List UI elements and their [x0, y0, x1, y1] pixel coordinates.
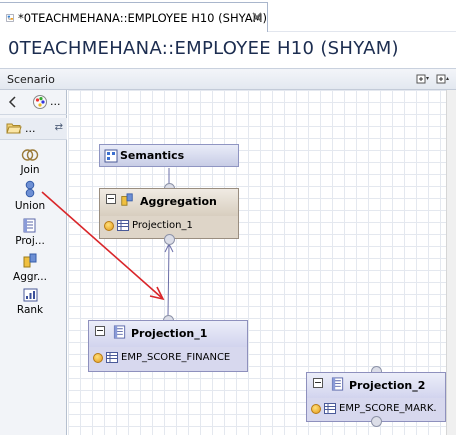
port[interactable]	[371, 416, 382, 427]
projection-icon	[113, 325, 126, 339]
input-status-icon	[104, 220, 114, 231]
input-status-icon	[93, 352, 103, 363]
node-input-row[interactable]: Projection_1	[104, 220, 193, 231]
port[interactable]	[164, 234, 175, 245]
node-title: Projection_1	[131, 327, 208, 340]
input-name: Projection_1	[132, 220, 193, 231]
aggregation-node[interactable]: Aggregation Projection_1	[99, 188, 239, 239]
projection-2-node[interactable]: Projection_2 EMP_SCORE_MARK.	[306, 372, 446, 422]
node-header: Aggregation	[100, 189, 238, 216]
semantics-node[interactable]: Semantics	[99, 144, 239, 167]
table-icon	[117, 220, 129, 231]
collapse-toggle[interactable]	[106, 194, 116, 204]
input-status-icon	[311, 403, 321, 414]
semantics-icon	[104, 149, 118, 163]
input-name: EMP_SCORE_MARK.	[339, 403, 437, 414]
collapse-toggle[interactable]	[313, 378, 323, 388]
table-icon	[106, 352, 118, 363]
node-title: Semantics	[120, 149, 185, 162]
node-input-row[interactable]: EMP_SCORE_FINANCE	[93, 352, 230, 363]
edge-projection1-to-aggregation	[167, 243, 170, 317]
node-header: Projection_2	[307, 373, 445, 398]
projection-1-node[interactable]: Projection_1 EMP_SCORE_FINANCE	[88, 320, 248, 372]
node-title: Projection_2	[349, 379, 426, 392]
node-input-row[interactable]: EMP_SCORE_MARK.	[311, 403, 437, 414]
table-icon	[324, 403, 336, 414]
projection-icon	[331, 377, 344, 391]
collapse-toggle[interactable]	[95, 326, 105, 336]
input-name: EMP_SCORE_FINANCE	[121, 352, 231, 363]
aggregation-icon	[121, 193, 133, 206]
node-header: Projection_1	[89, 321, 247, 347]
node-title: Aggregation	[140, 195, 217, 208]
